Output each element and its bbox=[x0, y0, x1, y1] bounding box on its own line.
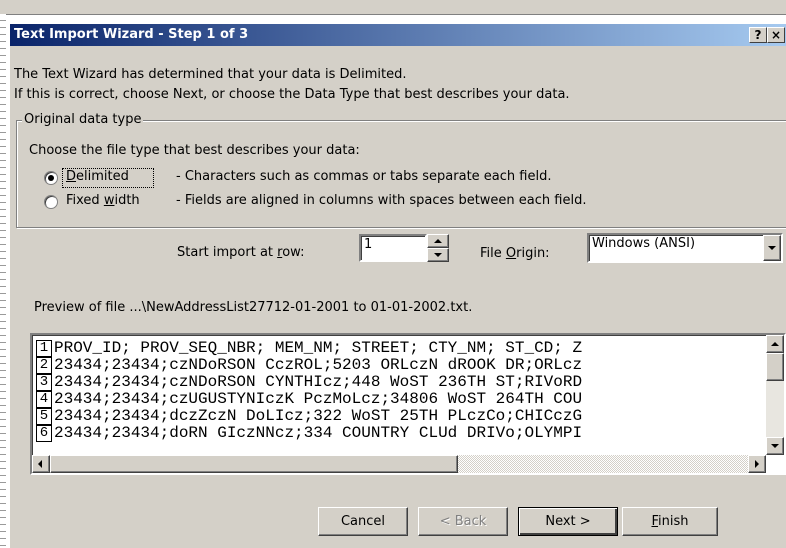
vertical-scroll-thumb[interactable] bbox=[766, 353, 784, 381]
start-row-input[interactable]: 1 bbox=[359, 234, 427, 262]
fixed-width-radio[interactable] bbox=[44, 195, 58, 209]
file-origin-dropdown-button[interactable] bbox=[763, 235, 781, 261]
file-origin-label: File Origin: bbox=[480, 246, 550, 261]
start-import-label: Start import at row: bbox=[177, 245, 305, 260]
intro-line-2: If this is correct, choose Next, or choo… bbox=[14, 87, 570, 102]
back-button[interactable]: < Back bbox=[418, 507, 508, 536]
spin-down-icon bbox=[434, 253, 442, 257]
finish-button[interactable]: Finish bbox=[622, 507, 718, 536]
title-bar[interactable]: Text Import Wizard - Step 1 of 3 ? × bbox=[10, 24, 786, 46]
preview-pane[interactable]: 1 PROV_ID; PROV_SEQ_NBR; MEM_NM; STREET; … bbox=[30, 333, 786, 475]
file-origin-select[interactable]: Windows (ANSI) bbox=[587, 233, 783, 263]
preview-label: Preview of file ...\NewAddressList27712-… bbox=[34, 300, 473, 315]
spin-up-button[interactable] bbox=[427, 234, 449, 248]
preview-row: 2 23434;23434;czNDoRSON CczROL;5203 ORLcz… bbox=[36, 357, 582, 374]
preview-row: 1 PROV_ID; PROV_SEQ_NBR; MEM_NM; STREET; … bbox=[36, 340, 582, 357]
horizontal-scroll-thumb[interactable] bbox=[50, 455, 458, 473]
next-button[interactable]: Next > bbox=[518, 507, 618, 536]
fixed-width-accel: w bbox=[103, 193, 115, 208]
preview-row: 4 23434;23434;czUGUSTYNIczK PczMoLcz;3480… bbox=[36, 391, 582, 408]
worksheet-edge bbox=[0, 14, 6, 548]
horizontal-scrollbar[interactable] bbox=[32, 455, 766, 473]
spin-up-icon bbox=[434, 239, 442, 243]
text-import-wizard-dialog: Text Import Wizard - Step 1 of 3 ? × The… bbox=[9, 23, 786, 548]
scroll-left-icon bbox=[38, 460, 42, 468]
scroll-right-icon bbox=[755, 460, 759, 468]
help-icon: ? bbox=[754, 28, 762, 42]
fixed-width-label[interactable]: Fixed width bbox=[66, 193, 140, 209]
fixed-width-label-rest: idth bbox=[114, 193, 140, 208]
cancel-button[interactable]: Cancel bbox=[318, 507, 408, 536]
preview-row: 6 23434;23434;doRN GIczNNcz;334 COUNTRY C… bbox=[36, 425, 582, 442]
preview-row: 5 23434;23434;dczZczN DoLIcz;322 WoST 25T… bbox=[36, 408, 582, 425]
file-origin-value: Windows (ANSI) bbox=[592, 236, 696, 251]
dialog-title: Text Import Wizard - Step 1 of 3 bbox=[14, 27, 249, 42]
radio-selected-dot bbox=[48, 175, 54, 181]
scroll-down-icon bbox=[771, 444, 779, 448]
group-label: Original data type bbox=[22, 112, 144, 128]
scroll-right-button[interactable] bbox=[748, 455, 766, 473]
scroll-up-button[interactable] bbox=[766, 335, 784, 353]
scroll-left-button[interactable] bbox=[32, 455, 50, 473]
delimited-description: - Characters such as commas or tabs sepa… bbox=[176, 169, 552, 184]
delimited-label[interactable]: Delimited bbox=[66, 169, 129, 185]
delimited-label-rest: elimited bbox=[76, 169, 129, 184]
scroll-up-icon bbox=[771, 342, 779, 346]
spin-down-button[interactable] bbox=[427, 248, 449, 262]
help-button[interactable]: ? bbox=[749, 27, 767, 43]
chevron-down-icon bbox=[768, 246, 776, 250]
start-row-value: 1 bbox=[364, 237, 373, 252]
delimited-radio[interactable] bbox=[44, 171, 58, 185]
intro-line-1: The Text Wizard has determined that your… bbox=[14, 67, 407, 82]
scroll-down-button[interactable] bbox=[766, 437, 784, 455]
file-type-prompt: Choose the file type that best describes… bbox=[29, 143, 360, 158]
fixed-width-label-pre: Fixed bbox=[66, 193, 104, 208]
excel-toolbar-strip bbox=[0, 0, 786, 15]
fixed-width-description: - Fields are aligned in columns with spa… bbox=[176, 193, 587, 208]
close-icon: × bbox=[770, 28, 782, 42]
delimited-accel: D bbox=[66, 169, 77, 184]
preview-row: 3 23434;23434;czNDoRSON CYNTHIcz;448 WoST… bbox=[36, 374, 582, 391]
vertical-scrollbar[interactable] bbox=[766, 335, 784, 455]
close-button[interactable]: × bbox=[767, 27, 785, 43]
